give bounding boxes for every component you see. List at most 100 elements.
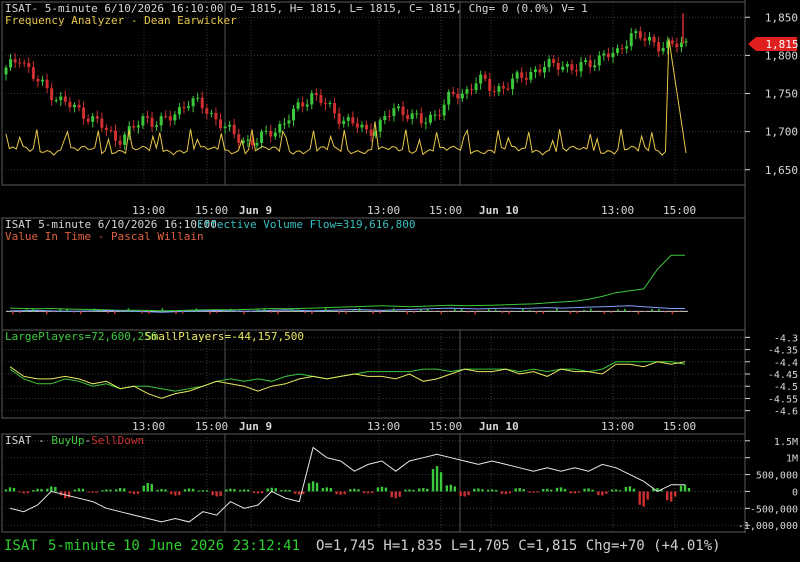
buyup-selldown-bar	[142, 485, 145, 492]
buyup-selldown-bar	[542, 489, 545, 492]
buyup-selldown-bar	[73, 489, 77, 492]
candle-body	[260, 131, 264, 143]
buyup-selldown-bar	[508, 491, 512, 494]
x-tick-label: 15:00	[429, 420, 462, 433]
candle-body	[27, 63, 31, 68]
candle-body	[351, 117, 355, 124]
x-tick-label: 13:00	[601, 420, 634, 433]
candle-body	[305, 104, 309, 107]
candle-body	[223, 126, 227, 129]
candle-body	[155, 125, 159, 127]
buyup-selldown-bar	[81, 488, 85, 492]
buyup-selldown-bar	[453, 486, 457, 492]
candle-body	[406, 115, 410, 119]
buyup-selldown-bar	[349, 489, 352, 492]
buyup-selldown-bar	[8, 487, 12, 492]
buyup-selldown-bar	[449, 484, 453, 492]
y-tick-label-players: -4.55	[768, 394, 798, 405]
candle-body	[287, 120, 291, 124]
candle-body	[588, 60, 592, 68]
effective-volume-flow-line	[9, 254, 685, 312]
buyup-selldown-bar	[439, 472, 443, 492]
candle-body	[460, 93, 464, 99]
buyup-selldown-bar	[242, 489, 246, 492]
candle-body	[346, 117, 350, 121]
buyup-selldown-bar	[683, 484, 687, 492]
candle-body	[342, 120, 346, 124]
buyup-selldown-bar	[463, 491, 466, 497]
candle-body	[438, 114, 442, 116]
candle-body	[41, 79, 45, 82]
buyup-selldown-bar	[597, 491, 600, 496]
x-tick-label: Jun 9	[239, 204, 272, 217]
buyup-selldown-bar	[435, 466, 439, 492]
buyup-selldown-bar	[555, 487, 559, 492]
candle-body	[556, 62, 560, 70]
candle-body	[278, 124, 282, 133]
buyup-selldown-bar	[119, 488, 122, 492]
y-tick-label-players: -4.45	[768, 370, 798, 381]
buyup-selldown-bar	[500, 491, 504, 494]
candle-body	[419, 113, 423, 124]
x-tick-label: 15:00	[663, 420, 696, 433]
candle-body	[538, 69, 542, 73]
buyup-selldown-bar	[109, 489, 112, 492]
candle-body	[209, 112, 213, 114]
candle-body	[547, 59, 551, 68]
pane2-series-evf-label: Effective Volume Flow=319,616,800	[197, 218, 416, 231]
candle-body	[255, 142, 259, 146]
y-tick-label-players: -4.4	[774, 358, 798, 369]
y-tick-label-price: 1,750	[765, 88, 798, 101]
candle-body	[50, 88, 54, 101]
candle-body	[424, 122, 428, 124]
buyup-selldown-bar	[618, 490, 622, 492]
candle-body	[524, 77, 528, 80]
buyup-selldown-bar	[321, 488, 325, 492]
candle-body	[104, 127, 108, 131]
y-tick-label-players: -4.5	[774, 382, 798, 393]
buyup-selldown-bar	[587, 488, 590, 492]
buyup-selldown-bar	[628, 486, 632, 492]
buyup-selldown-bar	[573, 491, 576, 494]
candle-body	[164, 116, 168, 118]
stock-chart[interactable]: 1,650 1,700 1,750 1,800 1,850 1,815 ISAT - 5-mi…	[0, 0, 800, 562]
buyup-selldown-bar	[12, 487, 16, 492]
buyup-selldown-bar	[563, 488, 567, 492]
candle-body	[191, 98, 195, 107]
candle-body	[378, 120, 382, 132]
candle-body	[465, 89, 469, 94]
candle-body	[579, 61, 583, 72]
buyup-selldown-bar	[132, 491, 136, 495]
buyup-selldown-bar	[559, 487, 563, 492]
buyup-selldown-bar	[156, 489, 159, 492]
buyup-selldown-bar	[36, 488, 39, 492]
buyup-selldown-bar	[398, 491, 401, 497]
candle-body	[383, 115, 387, 121]
candle-body	[95, 116, 99, 119]
buyup-selldown-bar	[404, 489, 407, 492]
candle-body	[232, 124, 236, 135]
buyup-selldown-bar	[170, 491, 173, 495]
buyup-selldown-bar	[426, 488, 429, 492]
candle-body	[228, 124, 232, 127]
buyup-selldown-bar	[274, 488, 277, 492]
y-tick-label-volume: 1.5M	[774, 437, 798, 448]
candle-body	[54, 100, 58, 102]
candle-body	[282, 123, 286, 125]
small-players-label: SmallPlayers=-44,157,500	[145, 330, 304, 343]
buyup-selldown-bar	[591, 489, 594, 492]
candle-body	[296, 102, 300, 109]
buyup-selldown-bar	[638, 491, 641, 505]
buyup-selldown-bar	[67, 491, 71, 498]
candle-body	[205, 108, 209, 114]
buyup-selldown-bar	[343, 491, 346, 495]
buyup-selldown-bar	[339, 491, 342, 495]
buyup-selldown-bar	[284, 489, 287, 492]
candle-body	[292, 108, 296, 121]
candle-body	[182, 107, 186, 109]
candle-body	[264, 130, 268, 132]
buyup-selldown-bar	[536, 491, 539, 493]
buyup-selldown-bar	[577, 491, 580, 493]
candle-body	[492, 90, 496, 92]
candle-body	[91, 116, 95, 122]
